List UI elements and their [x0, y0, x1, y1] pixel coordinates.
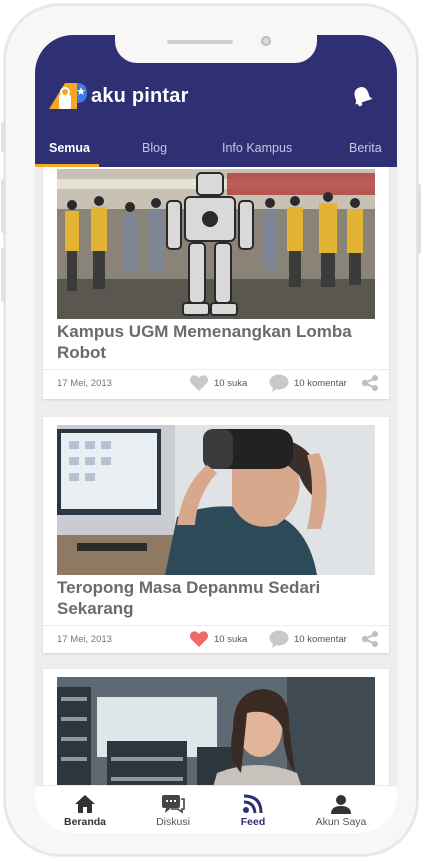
news-feed: Kampus UGM Memenangkan Lomba Robot 17 Me… — [35, 167, 397, 785]
post-image-vr[interactable] — [57, 425, 375, 575]
like-button[interactable]: 10 suka — [189, 630, 247, 648]
nav-feed[interactable]: Feed — [213, 794, 293, 828]
post-card[interactable]: Teropong Masa Depanmu Sedari Sekarang 17… — [43, 417, 389, 653]
user-icon — [331, 795, 351, 814]
speaker — [167, 40, 233, 44]
bottom-navigation: Beranda Diskusi Feed Akun Saya — [35, 785, 397, 833]
app-name: aku pintar — [91, 84, 189, 107]
share-icon[interactable] — [361, 631, 379, 652]
notification-bell-icon[interactable] — [351, 85, 373, 107]
nav-label: Beranda — [63, 816, 106, 828]
power-button — [417, 184, 421, 254]
like-button[interactable]: 10 suka — [189, 374, 247, 392]
rss-icon — [243, 794, 263, 814]
nav-beranda[interactable]: Beranda — [45, 794, 125, 828]
comment-icon — [269, 630, 289, 648]
volume-down-button — [1, 248, 5, 302]
notch — [115, 35, 317, 63]
tab-blog[interactable]: Blog — [142, 141, 167, 155]
post-meta: 17 Mei, 2013 10 suka 10 komentar — [43, 625, 389, 652]
like-count: 10 suka — [214, 633, 248, 645]
heart-icon — [189, 375, 209, 391]
category-tabs: Semua Blog Info Kampus Berita — [35, 135, 397, 167]
post-meta: 17 Mei, 2013 10 suka 10 komentar — [43, 369, 389, 396]
share-icon[interactable] — [361, 375, 379, 396]
post-card[interactable]: Kampus UGM Memenangkan Lomba Robot 17 Me… — [43, 167, 389, 399]
post-card[interactable] — [43, 669, 389, 785]
post-title[interactable]: Kampus UGM Memenangkan Lomba Robot — [57, 321, 379, 363]
comment-button[interactable]: 10 komentar — [269, 630, 347, 648]
comment-count: 10 komentar — [294, 377, 347, 389]
nav-label: Diskusi — [156, 816, 190, 828]
mute-switch — [1, 122, 5, 152]
comment-count: 10 komentar — [294, 633, 347, 645]
post-title[interactable]: Teropong Masa Depanmu Sedari Sekarang — [57, 577, 379, 619]
nav-label: Akun Saya — [315, 816, 367, 828]
nav-diskusi[interactable]: Diskusi — [133, 794, 213, 828]
nav-akun-saya[interactable]: Akun Saya — [301, 794, 381, 828]
post-image-robot[interactable] — [57, 169, 375, 319]
app-screen: aku pintar Semua Blog Info Kampus Berita — [35, 35, 397, 833]
nav-label: Feed — [240, 816, 266, 828]
chat-icon — [162, 795, 185, 814]
post-date: 17 Mei, 2013 — [57, 634, 112, 645]
volume-up-button — [1, 179, 5, 233]
comment-button[interactable]: 10 komentar — [269, 374, 347, 392]
like-count: 10 suka — [214, 377, 248, 389]
post-date: 17 Mei, 2013 — [57, 378, 112, 389]
tab-berita[interactable]: Berita — [349, 141, 382, 155]
heart-filled-icon — [189, 631, 209, 647]
aku-pintar-logo-icon — [47, 79, 87, 113]
front-camera — [261, 36, 271, 46]
tab-info-kampus[interactable]: Info Kampus — [222, 141, 292, 155]
tab-semua[interactable]: Semua — [49, 141, 90, 155]
app-logo[interactable]: aku pintar — [47, 79, 189, 113]
home-icon — [75, 795, 95, 813]
comment-icon — [269, 374, 289, 392]
post-image-library[interactable] — [57, 677, 375, 785]
phone-frame: aku pintar Semua Blog Info Kampus Berita — [1, 4, 421, 856]
